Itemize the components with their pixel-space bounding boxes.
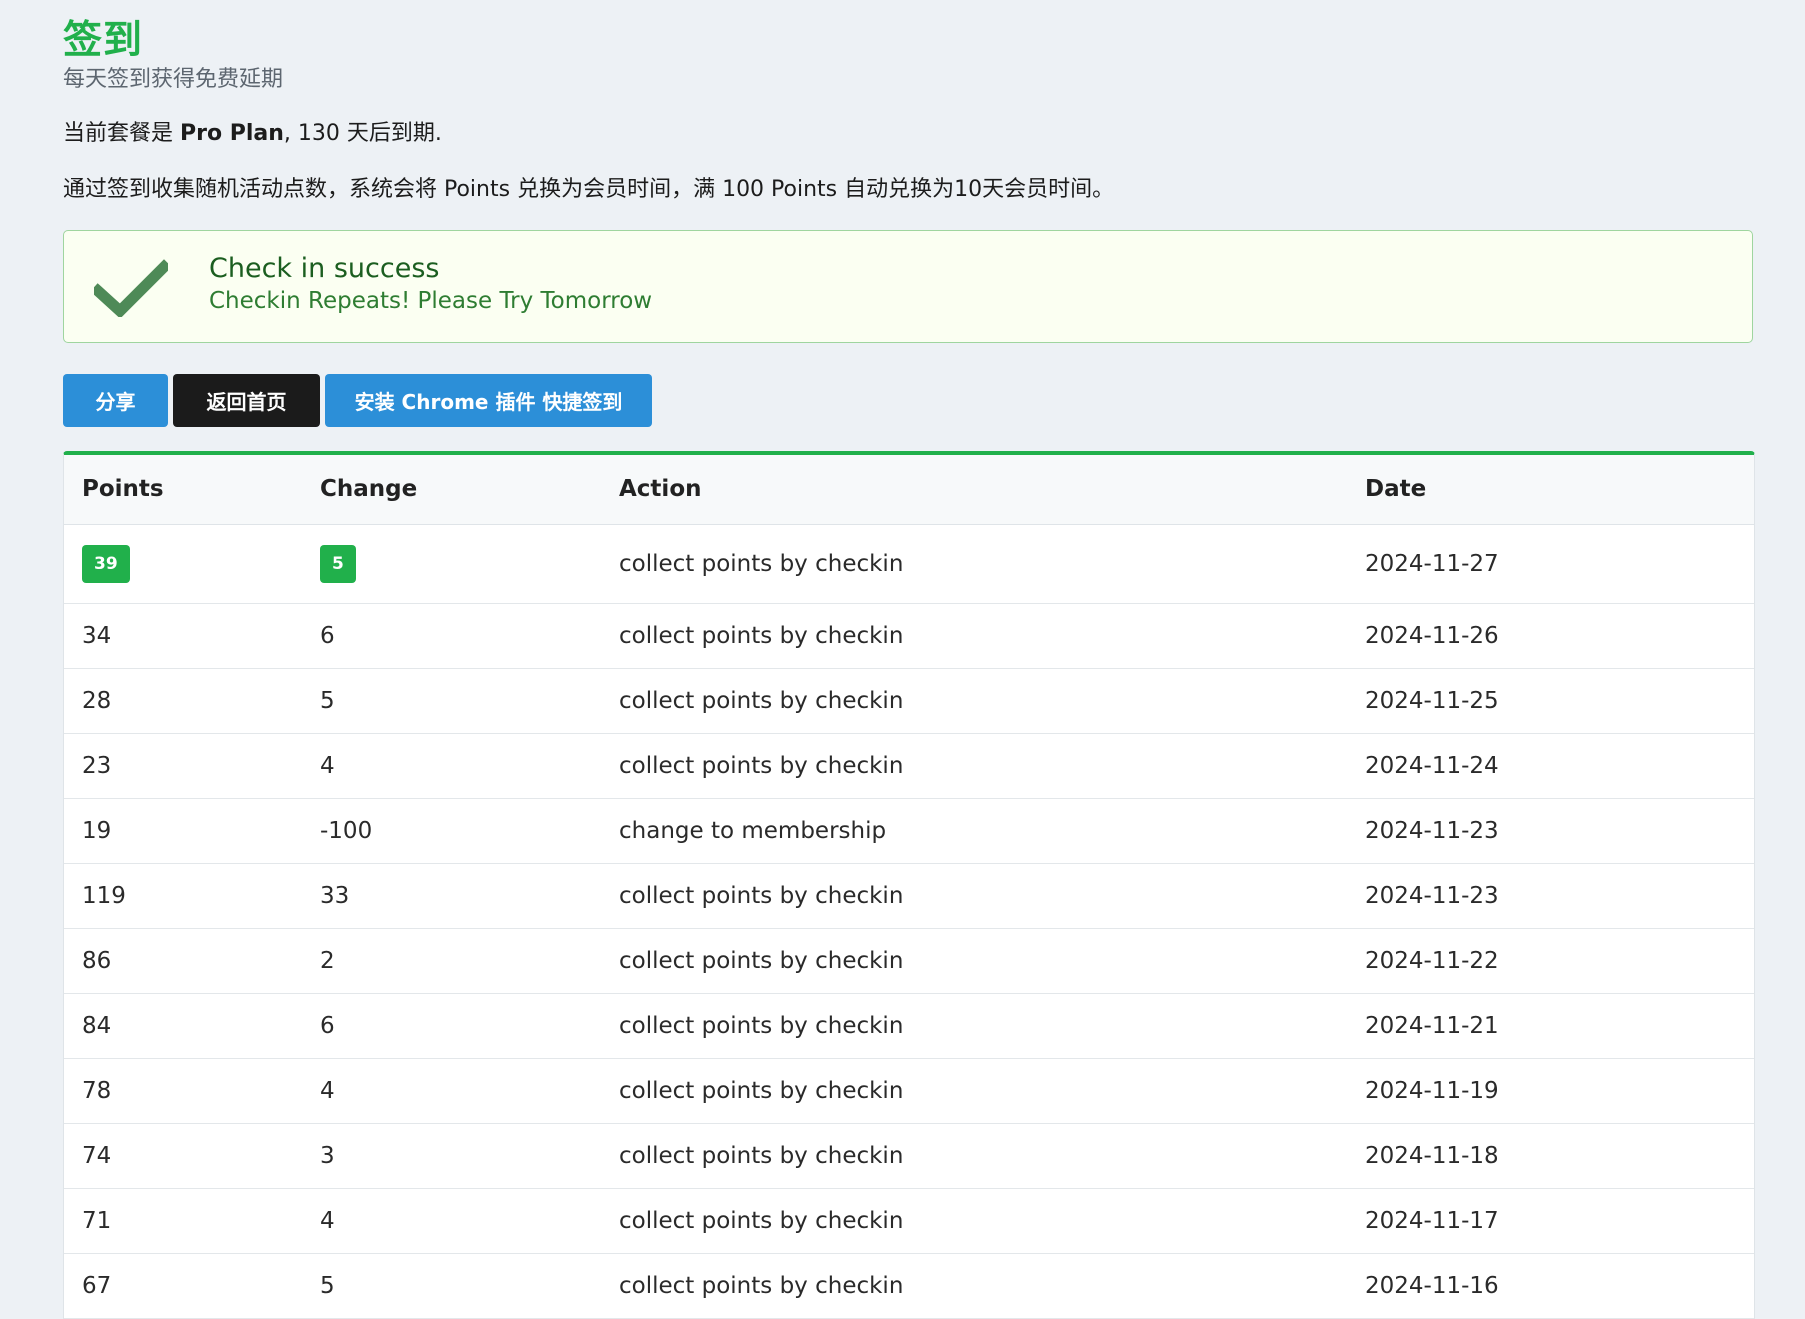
row-change: 3	[319, 1123, 618, 1189]
home-button[interactable]: 返回首页	[173, 374, 320, 427]
header-date: Date	[1364, 455, 1754, 525]
row-action: change to membership	[618, 798, 1364, 864]
row-change: 4	[319, 1188, 618, 1254]
row-change: 6	[319, 993, 618, 1059]
row-date: 2024-11-24	[1364, 733, 1754, 799]
table-row: 39 5 collect points by checkin 2024-11-2…	[64, 524, 1754, 604]
plan-status: 当前套餐是 Pro Plan, 130 天后到期.	[63, 119, 1753, 149]
row-points: 23	[64, 733, 319, 799]
change-badge: 5	[320, 544, 356, 583]
row-change: 4	[319, 1058, 618, 1124]
row-points: 119	[64, 863, 319, 929]
row-change: 6	[319, 603, 618, 669]
row-action: collect points by checkin	[618, 1123, 1364, 1189]
checkin-description: 通过签到收集随机活动点数，系统会将 Points 兑换为会员时间，满 100 P…	[63, 177, 1115, 202]
header-change: Change	[319, 455, 618, 525]
share-button[interactable]: 分享	[63, 374, 168, 427]
row-date: 2024-11-26	[1364, 603, 1754, 669]
page-subtitle: 每天签到获得免费延期	[63, 67, 284, 92]
points-history-table: Points Change Action Date 39 5 collect p…	[63, 451, 1755, 1319]
plan-prefix: 当前套餐是	[63, 121, 180, 146]
table-row: 119 33 collect points by checkin 2024-11…	[64, 863, 1754, 929]
row-change: -100	[319, 798, 618, 864]
row-date: 2024-11-23	[1364, 863, 1754, 929]
table-row: 86 2 collect points by checkin 2024-11-2…	[64, 928, 1754, 994]
plan-name: Pro Plan	[180, 121, 284, 146]
row-date: 2024-11-22	[1364, 928, 1754, 994]
alert-title: Check in success	[209, 253, 440, 284]
page-title: 签到	[63, 18, 144, 63]
row-action: collect points by checkin	[618, 1188, 1364, 1254]
row-action: collect points by checkin	[618, 1058, 1364, 1124]
action-buttons: 分享 返回首页 安装 Chrome 插件 快捷签到	[63, 374, 1753, 427]
table-row: 84 6 collect points by checkin 2024-11-2…	[64, 993, 1754, 1059]
table-row: 28 5 collect points by checkin 2024-11-2…	[64, 668, 1754, 734]
row-action: collect points by checkin	[618, 668, 1364, 734]
row-date: 2024-11-25	[1364, 668, 1754, 734]
row-change: 33	[319, 863, 618, 929]
row-action: collect points by checkin	[618, 928, 1364, 994]
row-date: 2024-11-16	[1364, 1253, 1754, 1319]
header-action: Action	[618, 455, 1364, 525]
row-date: 2024-11-19	[1364, 1058, 1754, 1124]
row-points: 74	[64, 1123, 319, 1189]
row-action: collect points by checkin	[618, 733, 1364, 799]
table-row: 78 4 collect points by checkin 2024-11-1…	[64, 1058, 1754, 1124]
success-alert: Check in success Checkin Repeats! Please…	[63, 230, 1753, 343]
row-action: collect points by checkin	[618, 993, 1364, 1059]
row-change: 5	[319, 668, 618, 734]
row-date: 2024-11-21	[1364, 993, 1754, 1059]
alert-message: Checkin Repeats! Please Try Tomorrow	[209, 288, 653, 314]
table-row: 67 5 collect points by checkin 2024-11-1…	[64, 1253, 1754, 1319]
header-points: Points	[64, 455, 319, 525]
plan-suffix: , 130 天后到期.	[283, 121, 442, 146]
row-points: 67	[64, 1253, 319, 1319]
row-action: collect points by checkin	[618, 1253, 1364, 1319]
row-points: 78	[64, 1058, 319, 1124]
row-date: 2024-11-17	[1364, 1188, 1754, 1254]
row-points: 84	[64, 993, 319, 1059]
checkmark-icon	[94, 259, 168, 317]
table-header-row: Points Change Action Date	[64, 455, 1754, 525]
table-row: 19 -100 change to membership 2024-11-23	[64, 798, 1754, 864]
table-row: 74 3 collect points by checkin 2024-11-1…	[64, 1123, 1754, 1189]
install-chrome-extension-button[interactable]: 安装 Chrome 插件 快捷签到	[325, 374, 652, 427]
points-badge: 39	[82, 544, 130, 583]
table-row: 71 4 collect points by checkin 2024-11-1…	[64, 1188, 1754, 1254]
row-points: 28	[64, 668, 319, 734]
row-change: 5	[319, 1253, 618, 1319]
row-points: 86	[64, 928, 319, 994]
table-row: 23 4 collect points by checkin 2024-11-2…	[64, 733, 1754, 799]
row-date: 2024-11-23	[1364, 798, 1754, 864]
row-change: 4	[319, 733, 618, 799]
row-action: collect points by checkin	[618, 603, 1364, 669]
row-date: 2024-11-18	[1364, 1123, 1754, 1189]
row-action: collect points by checkin	[618, 863, 1364, 929]
row-points: 34	[64, 603, 319, 669]
row-date: 2024-11-27	[1364, 524, 1754, 604]
row-action: collect points by checkin	[618, 524, 1364, 604]
table-row: 34 6 collect points by checkin 2024-11-2…	[64, 603, 1754, 669]
row-points: 71	[64, 1188, 319, 1254]
row-change: 2	[319, 928, 618, 994]
row-points: 19	[64, 798, 319, 864]
page-container: 签到 每天签到获得免费延期 当前套餐是 Pro Plan, 130 天后到期. …	[63, 14, 1755, 1319]
